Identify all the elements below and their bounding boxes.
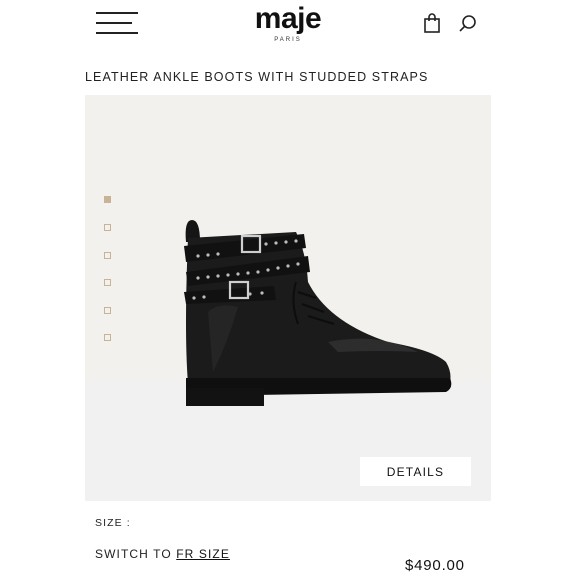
thumbnail-3[interactable] <box>104 252 111 259</box>
fr-size-link[interactable]: FR SIZE <box>176 547 230 561</box>
thumbnail-2[interactable] <box>104 224 111 231</box>
hamburger-menu-icon[interactable] <box>96 12 138 34</box>
search-icon[interactable] <box>458 14 478 34</box>
thumbnail-4[interactable] <box>104 279 111 286</box>
shopping-bag-icon[interactable] <box>422 12 442 34</box>
product-price: $490.00 <box>405 557 465 574</box>
switch-size-text: SWITCH TO FR SIZE <box>95 547 230 561</box>
thumbnail-5[interactable] <box>104 307 111 314</box>
logo-wordmark: maje <box>254 2 322 35</box>
details-button[interactable]: DETAILS <box>360 457 471 486</box>
product-title: LEATHER ANKLE BOOTS WITH STUDDED STRAPS <box>85 70 429 84</box>
thumbnail-1[interactable] <box>104 196 111 203</box>
thumbnail-6[interactable] <box>104 334 111 341</box>
logo[interactable]: maje PARIS <box>240 2 336 43</box>
product-image <box>178 212 460 410</box>
switch-size-prefix: SWITCH TO <box>95 547 177 561</box>
size-label: SIZE : <box>95 517 131 529</box>
logo-subtitle: PARIS <box>274 37 302 43</box>
